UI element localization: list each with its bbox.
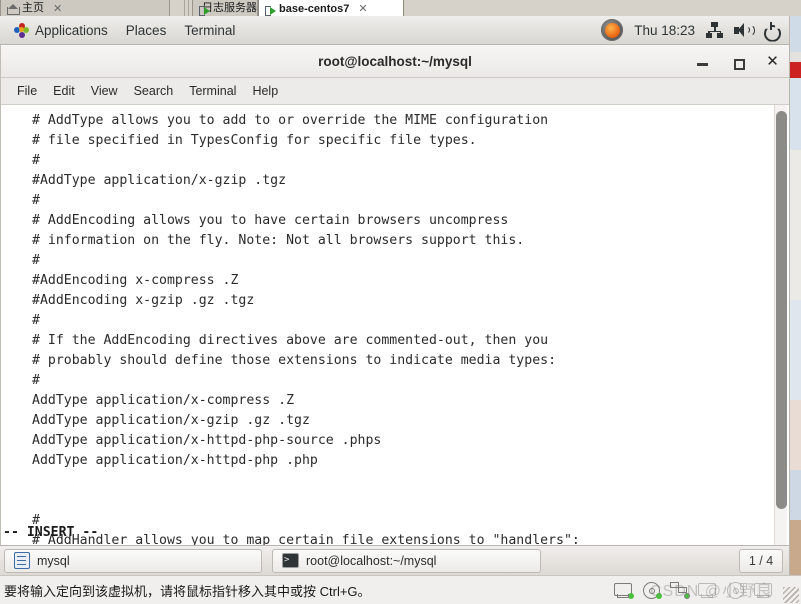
- window-controls: ✕: [694, 45, 781, 78]
- terminal-icon: [282, 552, 299, 568]
- network-icon[interactable]: [670, 582, 690, 599]
- taskbar-item-label: mysql: [37, 553, 70, 568]
- firefox-icon[interactable]: [601, 19, 624, 41]
- home-icon: [7, 4, 20, 15]
- vmware-tab-label: 主页: [22, 2, 44, 14]
- workspace-switcher[interactable]: 1 / 4: [739, 548, 783, 573]
- terminal-body[interactable]: # AddType allows you to add to or overri…: [1, 105, 789, 545]
- taskbar-item-mysql[interactable]: mysql: [4, 548, 262, 573]
- cdrom-icon[interactable]: [642, 582, 662, 599]
- menu-help[interactable]: Help: [244, 80, 286, 102]
- menu-edit[interactable]: Edit: [45, 80, 83, 102]
- close-icon[interactable]: ✕: [764, 53, 781, 70]
- terminal-title-bar[interactable]: root@localhost:~/mysql ✕: [1, 45, 789, 78]
- panel-menu-group: Applications Places Terminal: [0, 20, 244, 41]
- vmware-status-bar: 要将输入定向到该虚拟机，请将鼠标指针移入其中或按 Ctrl+G。 CSDN @小…: [0, 575, 801, 604]
- tab-close-icon[interactable]: ✕: [246, 0, 255, 13]
- menu-terminal[interactable]: Terminal: [181, 80, 244, 102]
- disk-icon[interactable]: [614, 582, 634, 599]
- terminal-scrollbar[interactable]: [774, 105, 787, 545]
- tab-close-icon[interactable]: ✕: [358, 2, 367, 15]
- vim-mode-status: -- INSERT --: [3, 525, 99, 540]
- screen: 主页 ✕ 日志服务器 ✕ base-centos7 ✕ Applications…: [0, 0, 801, 604]
- vmware-status-message: 要将输入定向到该虚拟机，请将鼠标指针移入其中或按 Ctrl+G。: [4, 583, 371, 599]
- taskbar-item-terminal[interactable]: root@localhost:~/mysql: [272, 548, 541, 573]
- resize-grip[interactable]: [783, 587, 799, 603]
- vmware-tab-home[interactable]: 主页 ✕: [0, 0, 170, 16]
- vm-play-icon: [265, 5, 276, 16]
- power-icon[interactable]: [763, 22, 779, 38]
- tab-separator: [188, 0, 189, 16]
- panel-tray: Thu 18:23: [601, 19, 789, 41]
- menu-file[interactable]: File: [9, 80, 45, 102]
- terminal-menu[interactable]: Terminal: [175, 20, 244, 41]
- terminal-window: root@localhost:~/mysql ✕ File Edit View …: [0, 45, 789, 545]
- terminal-text: # AddType allows you to add to or overri…: [32, 113, 580, 545]
- gnome-top-panel: Applications Places Terminal Thu 18:23: [0, 16, 789, 45]
- places-menu-label: Places: [125, 22, 167, 38]
- applications-menu[interactable]: Applications: [5, 20, 117, 41]
- applications-menu-label: Applications: [35, 22, 108, 38]
- terminal-menu-label: Terminal: [184, 22, 236, 38]
- menu-view[interactable]: View: [83, 80, 126, 102]
- printer-icon[interactable]: [754, 582, 773, 598]
- usb-icon[interactable]: [698, 582, 717, 598]
- tab-separator: [184, 0, 185, 16]
- vmware-tab-strip: 主页 ✕ 日志服务器 ✕ base-centos7 ✕: [0, 0, 801, 16]
- maximize-icon[interactable]: [729, 53, 746, 70]
- tab-close-icon[interactable]: ✕: [53, 2, 62, 15]
- panel-clock[interactable]: Thu 18:23: [634, 23, 695, 38]
- minimize-icon[interactable]: [694, 53, 711, 70]
- vmware-tab-base-centos7[interactable]: base-centos7 ✕: [258, 0, 404, 16]
- gnome-bottom-panel: mysql root@localhost:~/mysql 1 / 4: [0, 545, 789, 575]
- terminal-window-title: root@localhost:~/mysql: [318, 53, 472, 69]
- background-window-sliver: [789, 0, 801, 575]
- network-icon[interactable]: [706, 22, 723, 38]
- places-menu[interactable]: Places: [117, 20, 176, 41]
- gnome-foot-icon: [14, 22, 29, 38]
- sound-icon[interactable]: [726, 582, 745, 599]
- file-manager-icon: [14, 552, 30, 569]
- scrollbar-thumb[interactable]: [776, 111, 787, 509]
- volume-icon[interactable]: [734, 22, 755, 38]
- vmware-tab-label: base-centos7: [279, 3, 350, 15]
- taskbar-item-label: root@localhost:~/mysql: [306, 553, 437, 568]
- terminal-menu-bar: File Edit View Search Terminal Help: [1, 78, 789, 105]
- vmware-device-icons: [614, 582, 797, 599]
- menu-search[interactable]: Search: [126, 80, 182, 102]
